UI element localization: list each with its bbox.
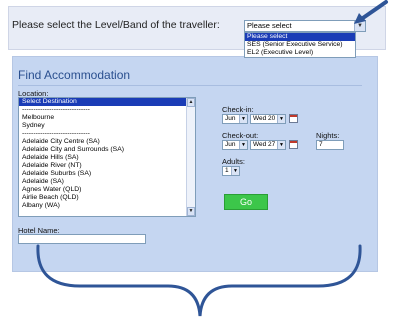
- scroll-down-icon[interactable]: ▼: [187, 207, 195, 216]
- level-option[interactable]: SES (Senior Executive Service): [245, 41, 355, 49]
- list-item[interactable]: Select Destination: [19, 98, 195, 106]
- checkin-month-value: Jun: [225, 115, 236, 122]
- level-select[interactable]: Please select ▼: [244, 20, 366, 32]
- level-label: Please select the Level/Band of the trav…: [12, 19, 220, 31]
- dropdown-arrow-icon[interactable]: ▼: [239, 115, 247, 123]
- adults-value: 1: [225, 167, 229, 174]
- checkout-day-value: Wed 27: [253, 141, 276, 148]
- title-divider: [18, 85, 362, 86]
- nights-input[interactable]: 7: [316, 140, 344, 150]
- find-title: Find Accommodation: [18, 68, 131, 82]
- checkout-day-select[interactable]: Wed 27 ▼: [250, 140, 286, 150]
- go-button[interactable]: Go: [224, 194, 268, 210]
- calendar-icon[interactable]: [289, 140, 298, 149]
- list-item[interactable]: Adelaide (SA): [19, 178, 195, 186]
- calendar-icon[interactable]: [289, 114, 298, 123]
- hotel-name-input[interactable]: [18, 234, 146, 244]
- location-list[interactable]: Select Destination ---------------------…: [18, 97, 196, 217]
- dropdown-arrow-icon[interactable]: ▼: [277, 141, 285, 149]
- page: Please select the Level/Band of the trav…: [0, 0, 394, 331]
- list-item[interactable]: ------------------------------: [19, 106, 195, 114]
- level-select-value: Please select: [247, 21, 292, 30]
- list-item[interactable]: Adelaide Suburbs (SA): [19, 170, 195, 178]
- level-option[interactable]: Please select: [245, 33, 355, 41]
- checkin-month-select[interactable]: Jun ▼: [222, 114, 248, 124]
- adults-label: Adults:: [222, 157, 245, 166]
- list-item[interactable]: Melbourne: [19, 114, 195, 122]
- list-item[interactable]: Airlie Beach (QLD): [19, 194, 195, 202]
- list-item[interactable]: Adelaide Hills (SA): [19, 154, 195, 162]
- pointer-arrow-icon: [354, 0, 388, 24]
- list-item[interactable]: Sydney: [19, 122, 195, 130]
- checkin-day-value: Wed 20: [253, 115, 276, 122]
- dropdown-arrow-icon[interactable]: ▼: [239, 141, 247, 149]
- list-item[interactable]: Albany (WA): [19, 202, 195, 210]
- checkin-label: Check-in:: [222, 105, 254, 114]
- list-item[interactable]: Adelaide City Centre (SA): [19, 138, 195, 146]
- checkout-label: Check-out:: [222, 131, 259, 140]
- level-option[interactable]: EL2 (Executive Level): [245, 49, 355, 57]
- list-scrollbar[interactable]: ▲ ▼: [186, 98, 195, 216]
- checkin-day-select[interactable]: Wed 20 ▼: [250, 114, 286, 124]
- level-dropdown: Please select SES (Senior Executive Serv…: [244, 32, 356, 58]
- checkout-month-select[interactable]: Jun ▼: [222, 140, 248, 150]
- scroll-up-icon[interactable]: ▲: [187, 98, 195, 107]
- list-item[interactable]: Adelaide City and Surrounds (SA): [19, 146, 195, 154]
- adults-select[interactable]: 1 ▼: [222, 166, 240, 176]
- list-item[interactable]: ------------------------------: [19, 130, 195, 138]
- dropdown-arrow-icon[interactable]: ▼: [277, 115, 285, 123]
- list-item[interactable]: Adelaide River (NT): [19, 162, 195, 170]
- checkout-month-value: Jun: [225, 141, 236, 148]
- list-item[interactable]: Agnes Water (QLD): [19, 186, 195, 194]
- nights-label: Nights:: [316, 131, 340, 140]
- dropdown-arrow-icon[interactable]: ▼: [231, 167, 239, 175]
